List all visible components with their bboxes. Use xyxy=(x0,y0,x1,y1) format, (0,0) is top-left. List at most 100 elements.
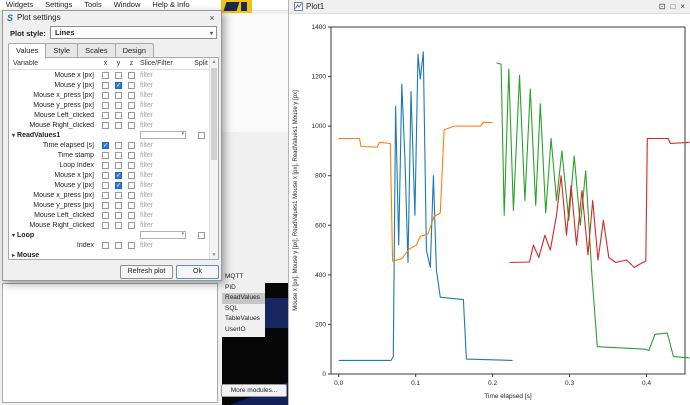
close-icon[interactable]: × xyxy=(680,2,685,11)
filter-link[interactable]: filter xyxy=(140,172,153,179)
checkbox-y[interactable] xyxy=(115,161,122,169)
split-checkbox[interactable] xyxy=(197,131,205,139)
filter-link[interactable]: filter xyxy=(140,222,153,229)
checkbox-y[interactable] xyxy=(115,91,122,99)
table-row[interactable]: Mouse Right_clicked filter xyxy=(9,220,209,230)
checkbox-x[interactable] xyxy=(102,241,109,249)
chevron-right-icon[interactable]: ▸ xyxy=(12,253,15,259)
checkbox-x[interactable]: ✓ xyxy=(102,141,109,149)
dock-icon[interactable]: ⊡ xyxy=(659,2,666,11)
checkbox-y[interactable] xyxy=(115,221,122,229)
plot-canvas[interactable]: 0.0 0.1 0.2 0.3 0.4 0 200 400 600 800 1000 1200 1400… xyxy=(289,14,690,405)
module-item-mqtt[interactable]: MQTT xyxy=(222,272,265,283)
checkbox-z[interactable] xyxy=(128,161,135,169)
filter-link[interactable]: filter xyxy=(140,192,153,199)
checkbox-y[interactable]: ✓ xyxy=(115,81,122,89)
ok-button[interactable]: Ok xyxy=(176,265,219,279)
checkbox-z[interactable] xyxy=(128,101,135,109)
checkbox-z[interactable] xyxy=(128,141,135,149)
plot-window-titlebar[interactable]: Plot1 ⊡ □ × xyxy=(289,0,690,14)
checkbox-z[interactable] xyxy=(128,241,135,249)
table-row[interactable]: Mouse Left_clicked filter xyxy=(9,210,209,220)
more-modules-button[interactable]: More modules... xyxy=(221,384,287,397)
table-row[interactable]: ▾ ReadValues1 ▾ xyxy=(9,130,209,140)
checkbox-x[interactable] xyxy=(102,211,109,219)
checkbox-y[interactable]: ✓ xyxy=(115,171,122,179)
checkbox-y[interactable] xyxy=(115,111,122,119)
checkbox-z[interactable] xyxy=(128,211,135,219)
table-row[interactable]: Mouse x_press [px] filter xyxy=(9,190,209,200)
module-item-sql[interactable]: SQL xyxy=(222,304,265,315)
filter-link[interactable]: filter xyxy=(140,152,153,159)
group-label[interactable]: ▸ Mouse xyxy=(9,252,99,259)
table-row[interactable]: Mouse y [px] ✓ filter xyxy=(9,180,209,190)
checkbox-z[interactable] xyxy=(128,181,135,189)
scroll-up-icon[interactable]: ▲ xyxy=(210,59,218,65)
filter-link[interactable]: filter xyxy=(140,122,153,129)
filter-link[interactable]: filter xyxy=(140,142,153,149)
checkbox-z[interactable] xyxy=(128,111,135,119)
table-row[interactable]: ▸ Mouse xyxy=(9,250,209,260)
filter-link[interactable]: filter xyxy=(140,212,153,219)
checkbox-x[interactable] xyxy=(102,121,109,129)
checkbox-x[interactable] xyxy=(102,171,109,179)
table-row[interactable]: ▾ Loop ▾ xyxy=(9,230,209,240)
checkbox-z[interactable] xyxy=(128,171,135,179)
table-row[interactable]: Mouse x [px] ✓ filter xyxy=(9,170,209,180)
empty-list-panel[interactable] xyxy=(2,283,218,403)
checkbox-x[interactable] xyxy=(102,181,109,189)
slice-dropdown[interactable]: ▾ xyxy=(140,231,186,239)
checkbox-y[interactable] xyxy=(115,191,122,199)
filter-link[interactable]: filter xyxy=(140,202,153,209)
filter-link[interactable]: filter xyxy=(140,242,153,249)
table-row[interactable]: Mouse x_press [px] filter xyxy=(9,90,209,100)
checkbox-y[interactable] xyxy=(115,141,122,149)
checkbox-x[interactable] xyxy=(102,151,109,159)
table-row[interactable]: Time stamp filter xyxy=(9,150,209,160)
checkbox-z[interactable] xyxy=(128,201,135,209)
menu-settings[interactable]: Settings xyxy=(39,0,78,10)
checkbox-x[interactable] xyxy=(102,221,109,229)
module-item-tablevalues[interactable]: TableValues xyxy=(222,314,265,325)
checkbox-y[interactable] xyxy=(115,121,122,129)
filter-link[interactable]: filter xyxy=(140,72,153,79)
checkbox-x[interactable] xyxy=(102,91,109,99)
module-item-readvalues[interactable]: ReadValues xyxy=(222,293,265,304)
checkbox-x[interactable] xyxy=(102,101,109,109)
checkbox-y[interactable] xyxy=(115,101,122,109)
checkbox-z[interactable] xyxy=(128,71,135,79)
checkbox-y[interactable] xyxy=(115,71,122,79)
table-scrollbar[interactable]: ▲ ▼ xyxy=(209,58,218,259)
scrollbar-thumb[interactable] xyxy=(211,68,217,160)
chevron-down-icon[interactable]: ▾ xyxy=(12,233,15,239)
checkbox-x[interactable] xyxy=(102,161,109,169)
table-row[interactable]: Mouse y_press [px] filter xyxy=(9,200,209,210)
tab-design[interactable]: Design xyxy=(114,43,154,58)
menu-widgets[interactable]: Widgets xyxy=(0,0,39,10)
tab-values[interactable]: Values xyxy=(8,43,47,59)
checkbox-y[interactable]: ✓ xyxy=(115,181,122,189)
filter-link[interactable]: filter xyxy=(140,162,153,169)
slice-dropdown[interactable]: ▾ xyxy=(140,131,186,139)
checkbox-y[interactable] xyxy=(115,211,122,219)
filter-link[interactable]: filter xyxy=(140,182,153,189)
split-checkbox[interactable] xyxy=(197,231,205,239)
checkbox-y[interactable] xyxy=(115,201,122,209)
checkbox-x[interactable] xyxy=(102,201,109,209)
module-item-pid[interactable]: PID xyxy=(222,283,265,294)
checkbox-z[interactable] xyxy=(128,221,135,229)
table-row[interactable]: Index filter xyxy=(9,240,209,250)
menu-tools[interactable]: Tools xyxy=(78,0,108,10)
group-label[interactable]: ▾ Loop xyxy=(9,232,99,239)
filter-link[interactable]: filter xyxy=(140,102,153,109)
menu-window[interactable]: Window xyxy=(108,0,147,10)
module-item-userio[interactable]: UserIO xyxy=(222,325,265,336)
checkbox-z[interactable] xyxy=(128,121,135,129)
table-row[interactable]: Mouse y [px] ✓ filter xyxy=(9,80,209,90)
filter-link[interactable]: filter xyxy=(140,92,153,99)
checkbox-x[interactable] xyxy=(102,191,109,199)
checkbox-y[interactable] xyxy=(115,241,122,249)
table-row[interactable]: Mouse y_press [px] filter xyxy=(9,100,209,110)
table-row[interactable]: Mouse Right_clicked filter xyxy=(9,120,209,130)
checkbox-z[interactable] xyxy=(128,91,135,99)
